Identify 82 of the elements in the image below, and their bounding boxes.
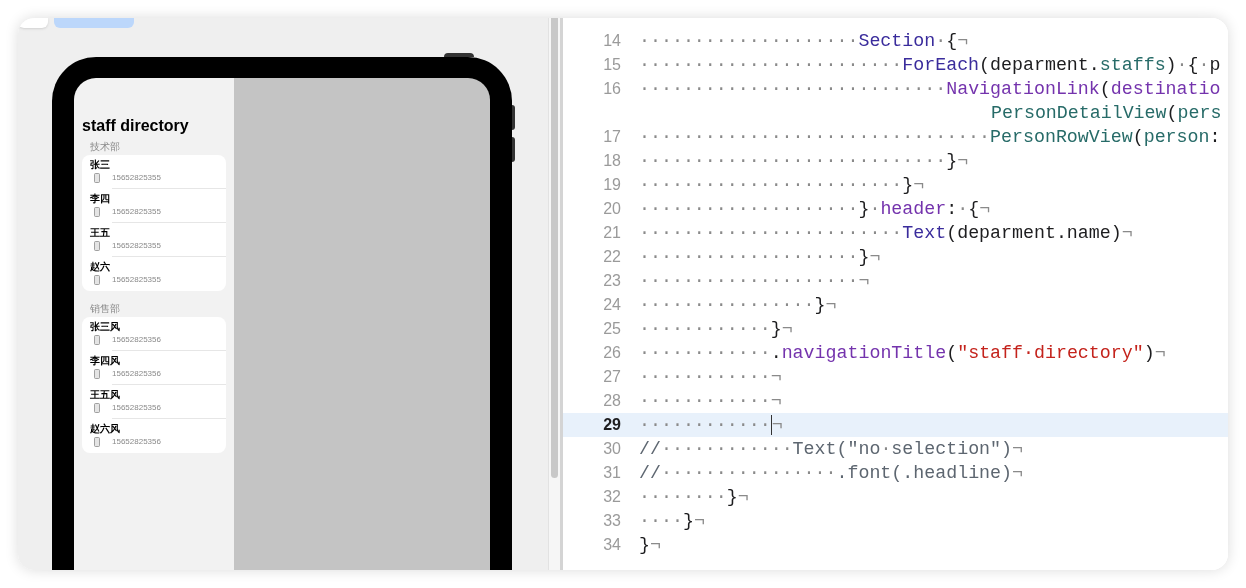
phone-icon [94, 207, 100, 217]
code-line: //················.font(.headline)¬ [639, 462, 1023, 485]
line-number: 21 [603, 224, 621, 241]
line-number: 22 [603, 248, 621, 265]
line-number: 17 [603, 128, 621, 145]
code-line: ········}¬ [639, 486, 749, 509]
staff-row[interactable]: 王五 15652825355 [82, 223, 226, 257]
navigation-title: staff directory [82, 116, 190, 136]
line-number: 33 [603, 512, 621, 529]
phone-number: 15652825355 [112, 241, 161, 251]
toolbar-button[interactable] [54, 18, 134, 28]
phone-number: 15652825355 [112, 207, 161, 217]
code-line: //············Text("no·selection")¬ [639, 438, 1024, 461]
code-line: ························ForEach(deparment.staffs)·{·p [639, 54, 1221, 77]
code-line: ················}¬ [639, 294, 837, 317]
code-line: ····················¬ [639, 270, 870, 293]
staff-row[interactable]: 李四 15652825355 [82, 189, 226, 223]
phone-number: 15652825355 [112, 275, 161, 285]
staff-name: 王五 [90, 227, 111, 239]
line-number: 27 [603, 368, 621, 385]
section-header: 销售部 [89, 303, 121, 315]
line-number: 14 [603, 32, 621, 49]
scrollbar[interactable] [548, 18, 560, 570]
phone-icon [94, 275, 100, 285]
line-number: 16 [603, 80, 621, 97]
staff-name: 王五风 [90, 389, 121, 401]
phone-icon [94, 403, 100, 413]
code-line: ································PersonRowView(person: [639, 126, 1221, 149]
phone-number: 15652825356 [112, 369, 161, 379]
line-number: 28 [603, 392, 621, 409]
toolbar-button[interactable] [18, 18, 48, 28]
code-line: ············¬ [639, 390, 782, 413]
code-line: ····················}¬ [639, 246, 881, 269]
staff-name: 李四 [90, 193, 111, 205]
staff-name: 张三 [90, 159, 111, 171]
line-number: 31 [603, 464, 621, 481]
code-line: ························}¬ [639, 174, 925, 197]
staff-name: 李四风 [90, 355, 121, 367]
phone-icon [94, 241, 100, 251]
code-line: ············}¬ [639, 318, 793, 341]
phone-number: 15652825356 [112, 403, 161, 413]
phone-number: 15652825355 [112, 173, 161, 183]
code-line: ············.navigationTitle("staff·directory")¬ [639, 342, 1166, 365]
line-number: 15 [603, 56, 621, 73]
phone-icon [94, 437, 100, 447]
staff-row[interactable]: 张三风 15652825356 [82, 317, 226, 351]
line-number: 29 [603, 416, 621, 433]
code-line: ····························NavigationLink(destinatio [639, 78, 1221, 101]
phone-icon [94, 173, 100, 183]
code-line: ····························}¬ [639, 150, 969, 173]
staff-name: 赵六 [90, 261, 111, 273]
line-number: 19 [603, 176, 621, 193]
line-number: 20 [603, 200, 621, 217]
line-number: 18 [603, 152, 621, 169]
staff-row[interactable]: 王五风 15652825356 [82, 385, 226, 419]
line-number: 25 [603, 320, 621, 337]
staff-row[interactable]: 赵六风 15652825356 [82, 419, 226, 453]
phone-icon [94, 369, 100, 379]
code-line: ····················Section·{¬ [639, 30, 969, 53]
code-line: ························Text(deparment.name)¬ [639, 222, 1133, 245]
phone-number: 15652825356 [112, 437, 161, 447]
phone-icon [94, 335, 100, 345]
line-number: 23 [603, 272, 621, 289]
phone-number: 15652825356 [112, 335, 161, 345]
staff-name: 张三风 [90, 321, 121, 333]
staff-row[interactable]: 张三 15652825355 [82, 155, 226, 189]
code-line: }¬ [639, 534, 661, 557]
staff-row[interactable]: 李四风 15652825356 [82, 351, 226, 385]
staff-name: 赵六风 [90, 423, 121, 435]
code-line: ····}¬ [639, 510, 705, 533]
line-number: 32 [603, 488, 621, 505]
code-line: ············¬ [639, 414, 783, 437]
text-cursor [770, 415, 772, 435]
section-header: 技术部 [89, 141, 121, 153]
line-number: 30 [603, 440, 621, 457]
line-number: 26 [603, 344, 621, 361]
code-line: ············¬ [639, 366, 782, 389]
line-number: 24 [603, 296, 621, 313]
code-line: ····················}·header:·{¬ [639, 198, 991, 221]
line-number: 34 [603, 536, 621, 553]
staff-row[interactable]: 赵六 15652825355 [82, 257, 226, 291]
code-line: PersonDetailView(pers [991, 102, 1222, 125]
